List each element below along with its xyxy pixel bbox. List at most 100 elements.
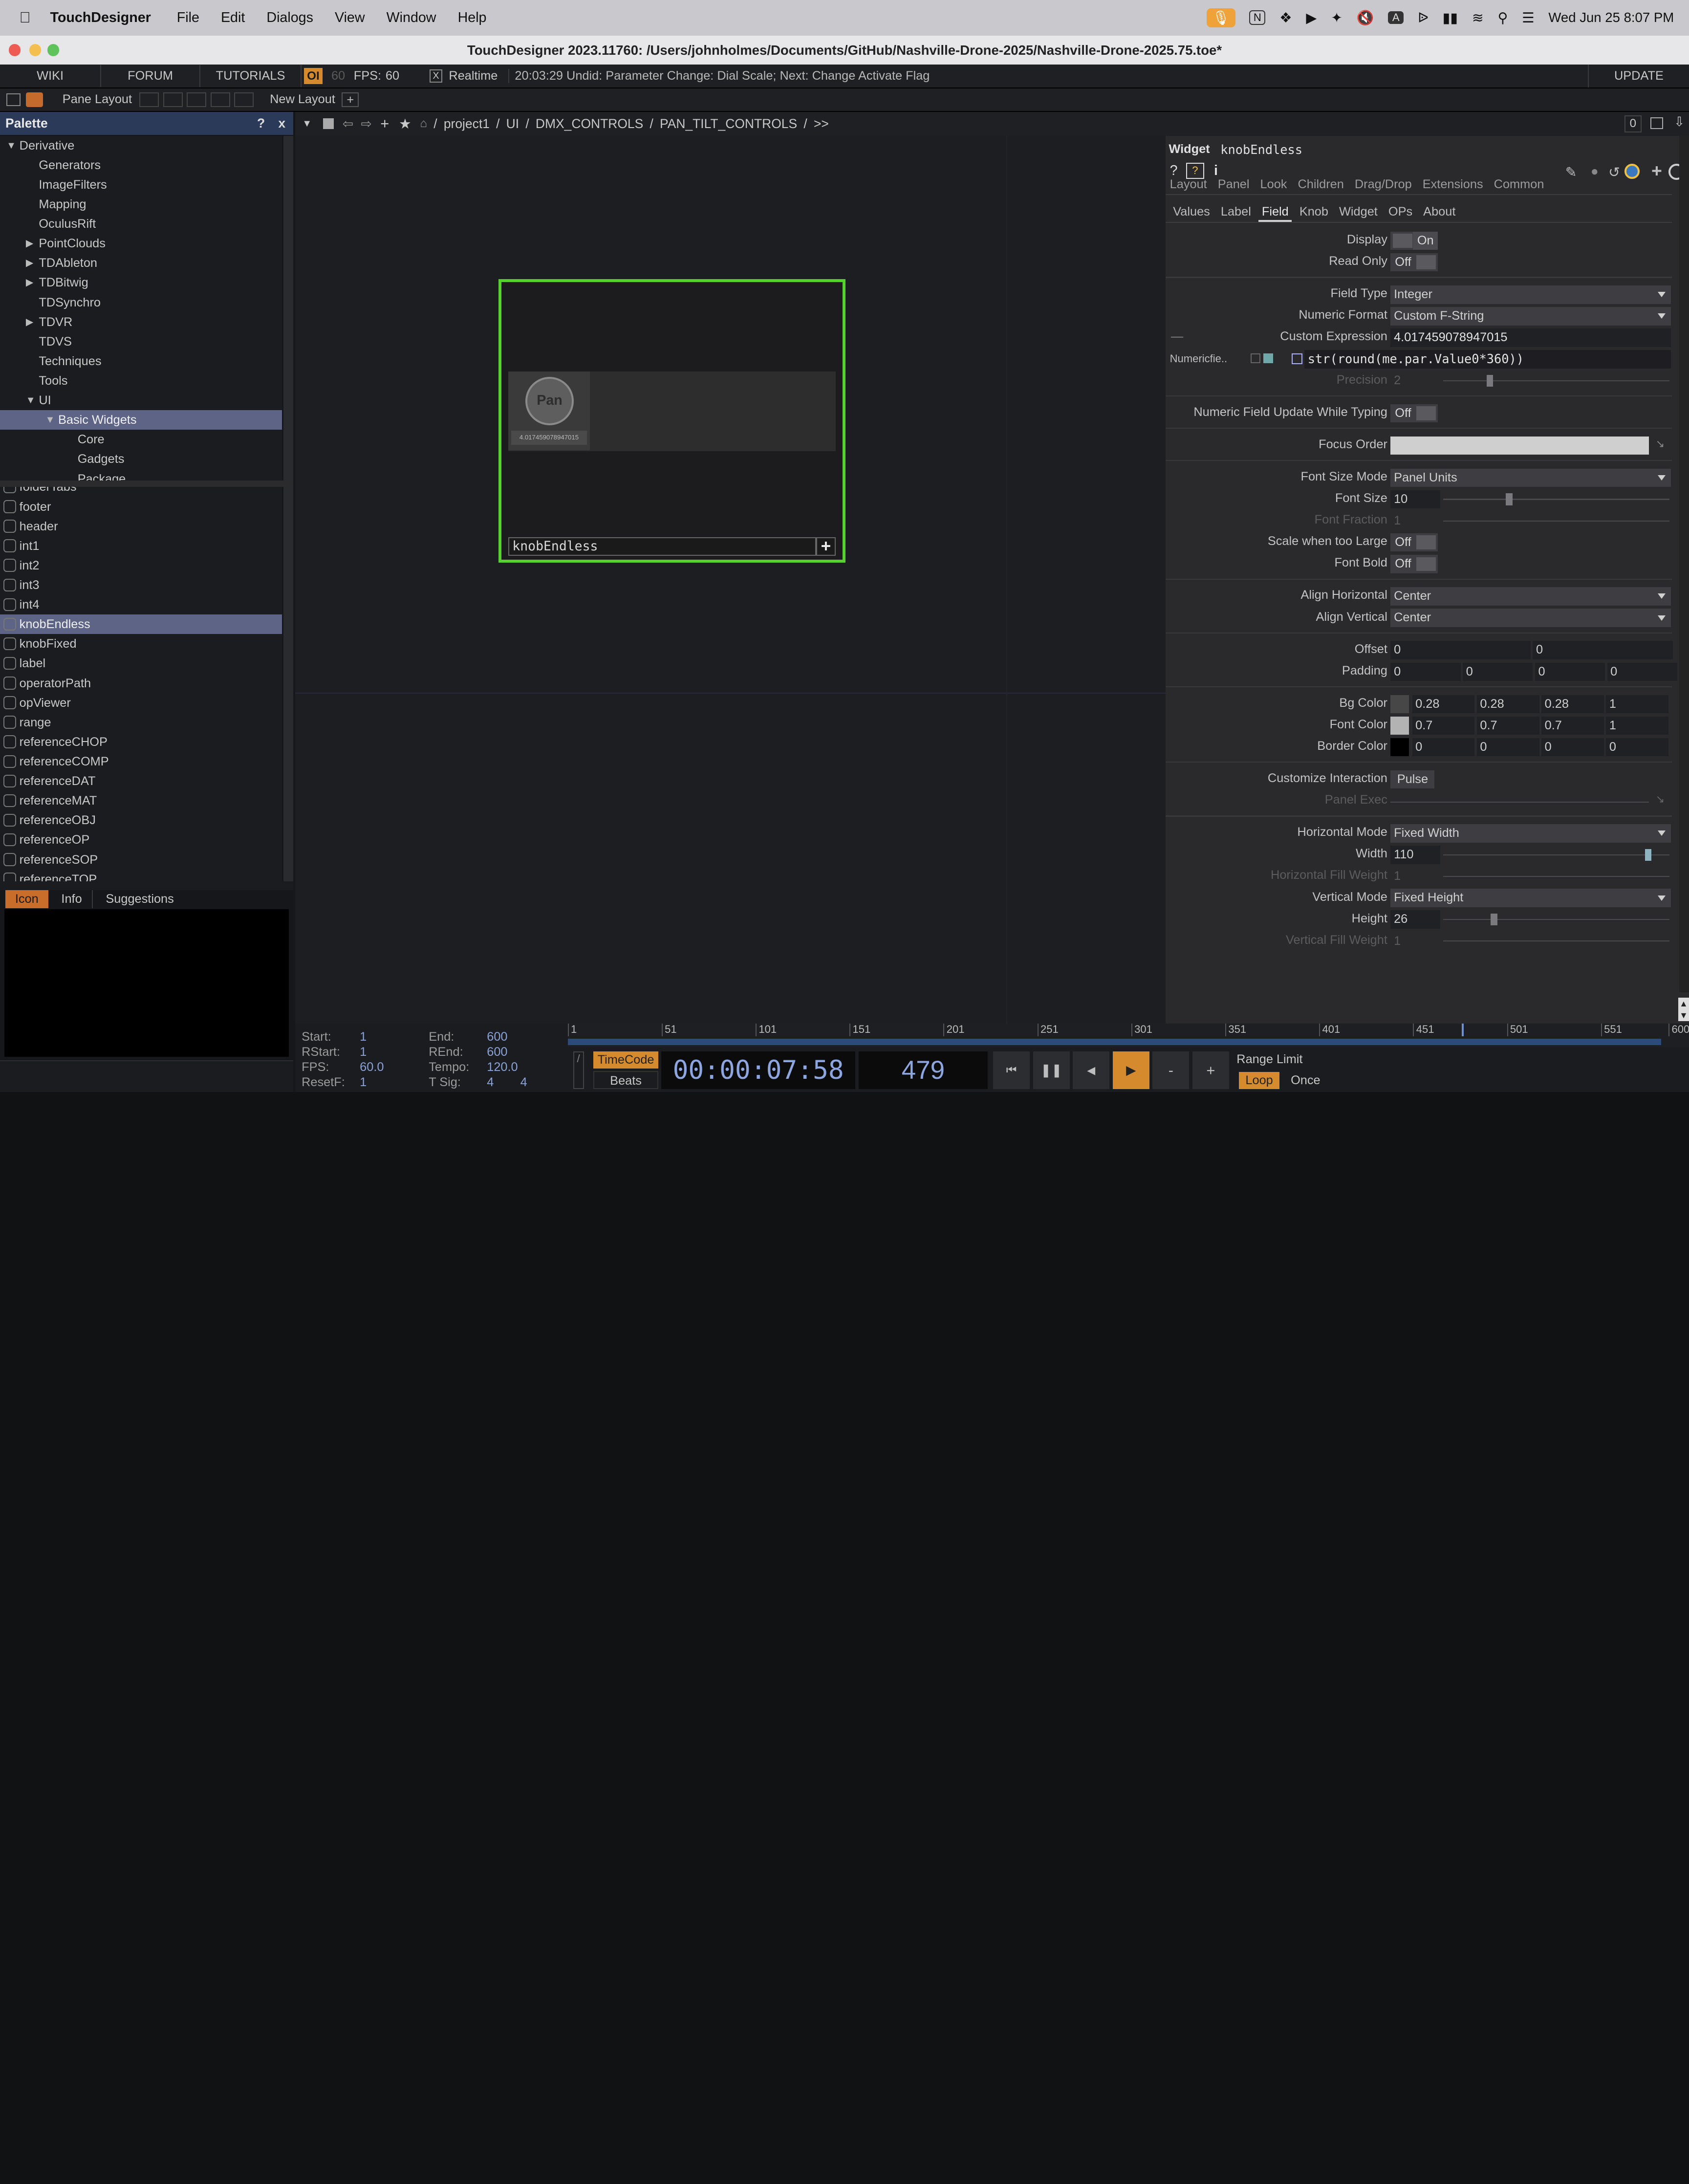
widget-node[interactable]: Pan 4.017459078947015 knobEndless + — [498, 279, 846, 563]
apple-icon[interactable]:  — [20, 9, 31, 26]
knob-dial[interactable]: Pan — [525, 376, 574, 425]
palette-list-item[interactable]: int2 — [0, 556, 282, 575]
palette-tree-row[interactable]: Gadgets — [0, 449, 282, 469]
layout-split-h-icon[interactable] — [187, 92, 207, 108]
menu-dialogs[interactable]: Dialogs — [266, 10, 313, 26]
precision-slider-track[interactable] — [1443, 380, 1670, 382]
field-type-menu[interactable]: Integer — [1390, 285, 1671, 304]
font-color-swatch[interactable] — [1390, 716, 1409, 735]
panel-exec-field[interactable] — [1390, 801, 1649, 803]
height-slider-track[interactable] — [1443, 919, 1670, 920]
palette-tree-row[interactable]: OculusRift — [0, 214, 282, 234]
start-value[interactable]: 1 — [360, 1030, 367, 1044]
align-horizontal-menu[interactable]: Center — [1390, 587, 1671, 606]
palette-tree-row[interactable]: Mapping — [0, 195, 282, 214]
palette-list-item[interactable]: referenceMAT — [0, 791, 282, 810]
rewind-button[interactable]: ⏮ — [993, 1051, 1030, 1090]
bg-color-field[interactable]: 0.28 — [1541, 695, 1604, 714]
end-value[interactable]: 600 — [487, 1030, 507, 1044]
v-fill-weight-slider-track[interactable] — [1443, 940, 1670, 942]
height-field[interactable]: 26 — [1390, 910, 1440, 929]
forum-button[interactable]: FORUM — [101, 65, 200, 87]
precision-field[interactable]: 2 — [1390, 371, 1440, 390]
add-icon[interactable]: + — [380, 115, 389, 132]
palette-tree-scrollbar[interactable] — [283, 135, 293, 480]
palette-list-item[interactable]: referenceCHOP — [0, 732, 282, 752]
numeric-format-menu[interactable]: Custom F-String — [1390, 307, 1671, 326]
font-color-field[interactable]: 0.7 — [1541, 716, 1604, 735]
input-source-icon[interactable]: A — [1388, 11, 1404, 24]
palette-tree-row[interactable]: ▼ UI — [0, 391, 282, 410]
menu-edit[interactable]: Edit — [221, 10, 245, 26]
timeline-range-bar[interactable] — [567, 1038, 1661, 1045]
loop-button[interactable]: Loop — [1238, 1072, 1280, 1090]
palette-tree-row[interactable]: Tools — [0, 371, 282, 391]
numeric-field-expr-field[interactable]: str(round(me.par.Value0*360)) — [1304, 350, 1671, 369]
menu-file[interactable]: File — [177, 10, 199, 26]
palette-tree-row[interactable]: ImageFilters — [0, 175, 282, 195]
pulse-button[interactable]: Pulse — [1390, 770, 1435, 789]
layout-triple-icon[interactable] — [234, 92, 254, 108]
palette-tree-row[interactable]: Generators — [0, 155, 282, 175]
once-button[interactable]: Once — [1284, 1072, 1327, 1089]
border-color-swatch[interactable] — [1390, 738, 1409, 757]
forward-icon[interactable]: ⇨ — [361, 116, 371, 131]
back-icon[interactable]: ⇦ — [343, 116, 353, 131]
realtime-checkbox[interactable]: X — [429, 69, 443, 83]
new-layout-label[interactable]: New Layout — [270, 92, 335, 107]
collapsed-arrow-icon[interactable]: ▶ — [26, 234, 33, 253]
palette-list-item[interactable]: footer — [0, 497, 282, 517]
palette-list-item[interactable]: range — [0, 713, 282, 732]
border-color-field[interactable]: 0 — [1606, 738, 1669, 757]
palette-list-item[interactable]: knobEndless — [0, 614, 282, 634]
layout-split-v-icon[interactable] — [163, 92, 183, 108]
v-fill-weight-field[interactable]: 1 — [1390, 932, 1440, 950]
border-color-field[interactable]: 0 — [1541, 738, 1604, 757]
palette-list-item[interactable]: referenceOBJ — [0, 810, 282, 830]
app-menu[interactable]: TouchDesigner — [50, 10, 151, 26]
scale-large-toggle[interactable]: Off — [1390, 533, 1438, 552]
palette-tree-row[interactable]: TDVS — [0, 332, 282, 351]
palette-list-item[interactable]: opViewer — [0, 693, 282, 713]
h-fill-weight-field[interactable]: 1 — [1390, 867, 1440, 885]
path-root[interactable]: / — [433, 116, 437, 131]
notion-icon[interactable]: N — [1249, 10, 1266, 25]
palette-tree-row[interactable]: ▶ TDVR — [0, 312, 282, 332]
mode-constant-icon[interactable] — [1250, 353, 1260, 363]
wiki-button[interactable]: WIKI — [0, 65, 102, 87]
menubar-clock[interactable]: Wed Jun 25 8:07 PM — [1548, 10, 1674, 25]
palette-help-icon[interactable]: ? — [257, 112, 265, 134]
search-icon[interactable]: ⚲ — [1497, 9, 1508, 26]
focus-order-arrow-icon[interactable]: ↘ — [1656, 437, 1665, 450]
zoom-window-icon[interactable] — [47, 44, 60, 56]
bg-color-field[interactable]: 1 — [1606, 695, 1669, 714]
add-layout-icon[interactable]: + — [342, 92, 359, 108]
timeline-ruler[interactable]: 1 51 101 151 201 251 301 351 401 451 501 551 600 — [567, 1023, 1689, 1048]
mode-python-icon[interactable] — [1291, 353, 1302, 364]
star-icon[interactable]: ★ — [399, 115, 411, 132]
palette-tree-row[interactable]: ▼ Basic Widgets — [0, 410, 282, 430]
menu-window[interactable]: Window — [387, 10, 436, 26]
mute-icon[interactable]: 🔇 — [1357, 9, 1374, 26]
timecode-display[interactable]: 00:00:07:58 — [661, 1051, 856, 1090]
padding-field[interactable]: 0 — [1390, 662, 1461, 681]
vertical-mode-menu[interactable]: Fixed Height — [1390, 889, 1671, 907]
font-size-field[interactable]: 10 — [1390, 490, 1440, 509]
bg-color-field[interactable]: 0.28 — [1412, 695, 1475, 714]
palette-tree-row[interactable]: ▼ Derivative — [0, 136, 282, 155]
path-ui[interactable]: UI — [506, 116, 519, 131]
close-window-icon[interactable] — [8, 44, 21, 56]
palette-tree-row[interactable]: ▶ TDAbleton — [0, 253, 282, 273]
minimize-window-icon[interactable] — [29, 44, 41, 56]
expanded-arrow-icon[interactable]: ▼ — [26, 391, 36, 410]
palette-close-icon[interactable]: x — [278, 112, 285, 134]
font-fraction-slider-track[interactable] — [1443, 520, 1670, 522]
path-dmx-controls[interactable]: DMX_CONTROLS — [536, 116, 643, 131]
display-toggle[interactable]: On — [1390, 231, 1438, 250]
padding-field[interactable]: 0 — [1463, 662, 1533, 681]
bg-color-swatch[interactable] — [1390, 695, 1409, 714]
custom-expression-field[interactable]: 4.017459078947015 — [1390, 328, 1671, 347]
palette-tree-row[interactable]: ▶ PointClouds — [0, 234, 282, 253]
palette-tree-row[interactable]: TDSynchro — [0, 293, 282, 312]
playhead[interactable] — [1461, 1023, 1464, 1037]
